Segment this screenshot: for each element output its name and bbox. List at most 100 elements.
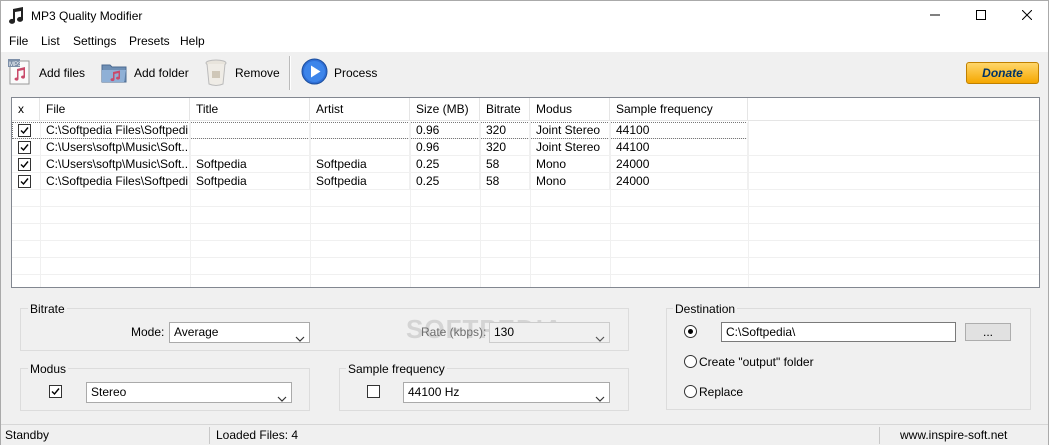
minimize-button[interactable] [912,1,958,31]
remove-label: Remove [235,66,280,80]
col-header-modus[interactable]: Modus [530,98,610,121]
sample-frequency-dropdown[interactable]: 44100 Hz [403,382,610,403]
cell-modus: Mono [530,173,610,190]
status-divider [879,427,880,444]
col-header-x[interactable]: x [12,98,40,121]
svg-text:MP3: MP3 [9,62,22,68]
menu-list[interactable]: List [41,34,60,48]
cell-bitrate: 58 [480,173,530,190]
chevron-down-icon [595,389,605,408]
modus-group-title: Modus [28,362,69,376]
cell-artist: Softpedia [310,156,410,173]
menu-presets[interactable]: Presets [129,34,170,48]
create-output-folder-radio[interactable] [684,355,697,368]
cell-title: Softpedia [190,173,310,190]
destination-group-title: Destination [673,302,738,316]
cell-frequency: 24000 [610,173,748,190]
close-button[interactable] [1004,1,1049,31]
table-row[interactable]: C:\Softpedia Files\Softpedi... 0.96 320 … [12,122,748,139]
cell-frequency: 44100 [610,139,748,156]
process-button[interactable]: Process [301,56,377,90]
cell-file: C:\Users\softp\Music\Soft... [40,139,190,156]
cell-frequency: 24000 [610,156,748,173]
cell-title [190,122,310,139]
status-bar: Standby Loaded Files: 4 www.inspire-soft… [1,424,1048,445]
maximize-icon [976,9,986,23]
menu-settings[interactable]: Settings [73,34,116,48]
cell-modus: Joint Stereo [530,139,610,156]
modus-value: Stereo [91,385,127,399]
window-title: MP3 Quality Modifier [31,9,143,23]
table-row[interactable]: C:\Users\softp\Music\Soft... 0.96 320 Jo… [12,139,1039,156]
mode-label: Mode: [131,325,165,339]
menu-file[interactable]: File [9,34,28,48]
add-folder-button[interactable]: Add folder [100,56,189,90]
table-row[interactable]: C:\Users\softp\Music\Soft... Softpedia S… [12,156,1039,173]
cell-file: C:\Softpedia Files\Softpedi... [40,173,190,190]
rate-dropdown[interactable]: 130 [489,322,610,343]
add-folder-label: Add folder [134,66,189,80]
empty-row [12,190,1039,207]
cell-file: C:\Users\softp\Music\Soft... [40,156,190,173]
destination-path-input[interactable]: C:\Softpedia\ [721,322,956,342]
table-row[interactable]: C:\Softpedia Files\Softpedi... Softpedia… [12,173,1039,190]
row-checkbox[interactable] [18,158,31,171]
mode-value: Average [174,325,219,339]
add-folder-icon [100,59,128,88]
status-divider [209,427,210,444]
create-output-folder-label[interactable]: Create "output" folder [699,355,814,369]
col-header-title[interactable]: Title [190,98,310,121]
cell-size: 0.96 [410,122,480,139]
cell-bitrate: 320 [480,122,530,139]
modus-checkbox[interactable] [49,385,62,398]
file-list-table[interactable]: x File Title Artist Size (MB) Bitrate Mo… [11,97,1040,288]
empty-row [12,258,1039,275]
sample-frequency-checkbox[interactable] [367,385,380,398]
replace-label[interactable]: Replace [699,385,743,399]
title-bar[interactable]: MP3 Quality Modifier [1,1,1048,31]
donate-button[interactable]: Donate [966,62,1039,84]
status-state: Standby [5,428,50,442]
col-header-sample-frequency[interactable]: Sample frequency [610,98,748,121]
cell-size: 0.25 [410,173,480,190]
col-header-bitrate[interactable]: Bitrate [480,98,530,121]
cell-artist [310,139,410,156]
radio-selected-dot [688,329,693,334]
minimize-icon [930,9,940,23]
trash-icon [203,57,229,90]
col-header-size[interactable]: Size (MB) [410,98,480,121]
chevron-down-icon [595,329,605,348]
add-files-label: Add files [39,66,86,80]
browse-button[interactable]: ... [965,323,1011,341]
close-icon [1021,9,1033,23]
remove-button[interactable]: Remove [203,56,280,90]
col-header-artist[interactable]: Artist [310,98,410,121]
cell-modus: Joint Stereo [530,122,610,139]
empty-row [12,224,1039,241]
destination-path-radio[interactable] [684,325,697,338]
replace-radio[interactable] [684,385,697,398]
add-files-button[interactable]: MP3 Add files [7,56,85,90]
row-checkbox[interactable] [18,141,31,154]
modus-dropdown[interactable]: Stereo [86,382,292,403]
empty-row [12,241,1039,258]
sample-frequency-value: 44100 Hz [408,385,460,399]
maximize-button[interactable] [958,1,1004,31]
mode-dropdown[interactable]: Average [169,322,310,343]
cell-size: 0.25 [410,156,480,173]
rate-label: Rate (kbps): [421,325,487,339]
row-checkbox[interactable] [18,175,31,188]
row-checkbox[interactable] [18,124,31,137]
status-website-link[interactable]: www.inspire-soft.net [900,428,1007,442]
cell-title [190,139,310,156]
rate-value: 130 [494,325,515,339]
cell-bitrate: 58 [480,156,530,173]
col-header-file[interactable]: File [40,98,190,121]
chevron-down-icon [277,389,287,408]
menu-bar: File List Settings Presets Help [1,31,1048,52]
bitrate-group-title: Bitrate [28,302,67,316]
menu-help[interactable]: Help [180,34,205,48]
cell-title: Softpedia [190,156,310,173]
empty-row [12,207,1039,224]
toolbar: MP3 Add files Add folder Remove Process [1,52,1048,94]
